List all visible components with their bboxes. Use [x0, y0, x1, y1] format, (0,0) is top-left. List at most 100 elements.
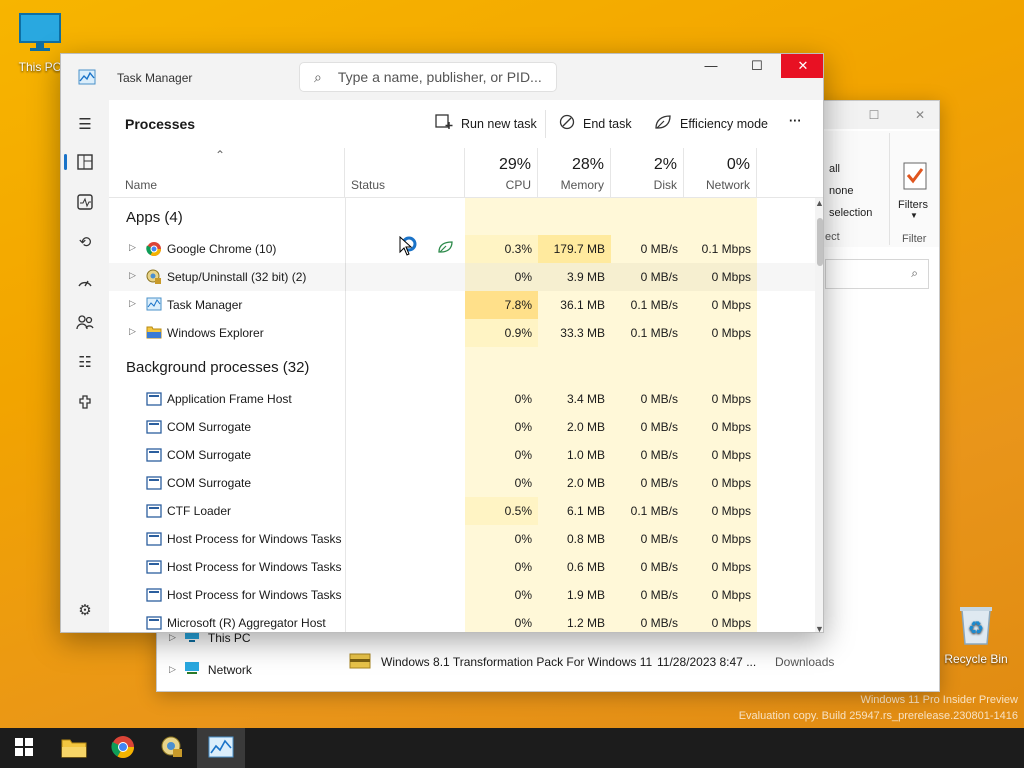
performance-icon[interactable] [69, 186, 101, 218]
minimize-button[interactable]: — [689, 54, 733, 78]
process-name: Application Frame Host [167, 392, 292, 406]
services-icon[interactable] [69, 386, 101, 418]
titlebar[interactable]: Task Manager ⌕ Type a name, publisher, o… [61, 54, 823, 100]
process-icon [146, 447, 162, 466]
column-header-name[interactable]: ⌃ Name [109, 148, 345, 198]
taskbar-chrome[interactable] [99, 728, 147, 768]
end-task-button[interactable]: End task [559, 114, 632, 133]
process-icon [146, 531, 162, 550]
process-icon [146, 503, 162, 522]
archive-icon [349, 652, 371, 673]
table-row[interactable]: Microsoft (R) Aggregator Host 0% 1.2 MB 0 M… [109, 609, 815, 632]
expand-icon[interactable]: ▷ [129, 270, 136, 281]
net-cell: 0 Mbps [711, 504, 751, 518]
explorer-search-box[interactable]: ⌕ [825, 259, 929, 289]
table-row[interactable]: Host Process for Windows Tasks 0% 0.8 MB 0 … [109, 525, 815, 553]
explorer-close-button[interactable]: ✕ [903, 101, 937, 129]
expand-icon[interactable]: ▷ [129, 242, 136, 253]
table-row[interactable]: ▷ Setup/Uninstall (32 bit) (2) 0% 3.9 MB 0 M… [109, 263, 815, 291]
task-manager-window[interactable]: Task Manager ⌕ Type a name, publisher, o… [60, 53, 824, 633]
svg-text:♻: ♻ [968, 618, 984, 638]
table-row[interactable]: ▷ Task Manager 7.8% 36.1 MB 0.1 MB/s 0 Mbps [109, 291, 815, 319]
taskbar-task-manager[interactable] [197, 728, 245, 768]
net-cell: 0 Mbps [711, 448, 751, 462]
taskbar-setup[interactable] [148, 728, 196, 768]
filters-button[interactable]: Filters [898, 199, 928, 211]
expand-icon[interactable]: ▷ [169, 632, 176, 643]
scrollbar-thumb[interactable] [817, 218, 823, 266]
column-header-status[interactable]: Status [345, 148, 465, 198]
table-row[interactable]: Host Process for Windows Tasks 0% 1.9 MB 0 … [109, 581, 815, 609]
chrome-icon [111, 735, 135, 762]
desktop-icon-recycle-bin[interactable]: ♻ Recycle Bin [938, 604, 1014, 666]
settings-icon[interactable]: ⚙ [69, 594, 101, 626]
filter-group-label: Filter [902, 233, 927, 245]
filters-dropdown-icon[interactable]: ▼ [910, 211, 918, 220]
cpu-cell: 7.8% [465, 291, 538, 319]
maximize-button[interactable]: ☐ [735, 54, 779, 78]
select-all-button[interactable]: all [829, 163, 840, 175]
search-icon: ⌕ [314, 68, 322, 85]
column-label: Disk [653, 178, 677, 192]
network-total: 0% [726, 156, 750, 173]
efficiency-mode-label: Efficiency mode [680, 116, 769, 131]
hamburger-menu-icon[interactable]: ☰ [69, 108, 101, 140]
expand-icon[interactable]: ▷ [129, 298, 136, 309]
filters-icon[interactable] [902, 161, 928, 194]
process-name: COM Surrogate [167, 476, 252, 490]
table-row[interactable]: CTF Loader 0.5% 6.1 MB 0.1 MB/s 0 Mbps [109, 497, 815, 525]
net-cell: 0 Mbps [711, 326, 751, 340]
scroll-up-icon[interactable]: ▲ [815, 198, 823, 208]
expand-icon[interactable]: ▷ [169, 664, 176, 675]
file-row[interactable]: Windows 8.1 Transformation Pack For Wind… [349, 651, 889, 673]
app-history-icon[interactable]: ⟲ [69, 226, 101, 258]
taskbar-file-explorer[interactable] [50, 728, 98, 768]
table-row[interactable]: ▷ Google Chrome (10) 0.3% 179.7 MB 0 MB/s 0.1… [109, 235, 815, 263]
close-button[interactable]: ✕ [781, 54, 823, 78]
users-icon[interactable] [69, 306, 101, 338]
select-none-button[interactable]: none [829, 185, 853, 197]
table-row[interactable]: COM Surrogate 0% 2.0 MB 0 MB/s 0 Mbps [109, 413, 815, 441]
column-header-memory[interactable]: 28% Memory [538, 148, 611, 198]
windows-logo-icon [14, 737, 34, 760]
monitor-icon [2, 12, 78, 57]
table-row[interactable]: Host Process for Windows Tasks 0% 0.6 MB 0 … [109, 553, 815, 581]
invert-selection-button[interactable]: selection [829, 207, 872, 219]
mem-cell: 2.0 MB [566, 420, 605, 434]
cpu-total: 29% [498, 156, 531, 173]
table-row[interactable]: COM Surrogate 0% 2.0 MB 0 MB/s 0 Mbps [109, 469, 815, 497]
disk-cell: 0.1 MB/s [630, 326, 678, 340]
more-options-button[interactable]: ··· [789, 114, 802, 128]
tree-item-network[interactable]: ▷ Network [169, 661, 252, 678]
disk-cell: 0 MB/s [640, 270, 678, 284]
mem-cell: 2.0 MB [566, 476, 605, 490]
process-name: Host Process for Windows Tasks [167, 588, 342, 602]
window-title: Task Manager [117, 71, 193, 85]
vertical-scrollbar[interactable]: ▲ ▼ [815, 198, 823, 632]
column-header-cpu[interactable]: 29% CPU [465, 148, 538, 198]
details-icon[interactable]: ☷ [69, 346, 101, 378]
column-header-disk[interactable]: 2% Disk [611, 148, 684, 198]
processes-icon[interactable] [69, 146, 101, 178]
taskmanager-icon [208, 736, 234, 761]
group-header-apps: Apps (4) [126, 209, 183, 226]
mem-cell: 6.1 MB [566, 504, 605, 518]
toolbar-divider [545, 110, 546, 138]
net-cell: 0 Mbps [711, 560, 751, 574]
table-row[interactable]: ▷ Windows Explorer 0.9% 33.3 MB 0.1 MB/s 0 Mb… [109, 319, 815, 347]
column-header-network[interactable]: 0% Network [684, 148, 757, 198]
expand-icon[interactable]: ▷ [129, 326, 136, 337]
net-cell: 0 Mbps [711, 420, 751, 434]
start-button[interactable] [0, 728, 48, 768]
scroll-down-icon[interactable]: ▼ [815, 624, 823, 632]
search-input[interactable]: ⌕ Type a name, publisher, or PID... [299, 62, 557, 92]
table-row[interactable]: COM Surrogate 0% 1.0 MB 0 MB/s 0 Mbps [109, 441, 815, 469]
efficiency-mode-button[interactable]: Efficiency mode [654, 114, 768, 133]
process-table: Apps (4) ▷ Google Chrome (10) 0.3% 179.7 MB… [109, 198, 815, 632]
table-row[interactable]: Application Frame Host 0% 3.4 MB 0 MB/s 0 Mb… [109, 385, 815, 413]
startup-apps-icon[interactable] [69, 266, 101, 298]
file-explorer-icon [61, 736, 87, 761]
explorer-maximize-button[interactable]: ☐ [857, 101, 891, 129]
search-icon: ⌕ [911, 266, 918, 280]
run-new-task-button[interactable]: Run new task [435, 114, 537, 133]
